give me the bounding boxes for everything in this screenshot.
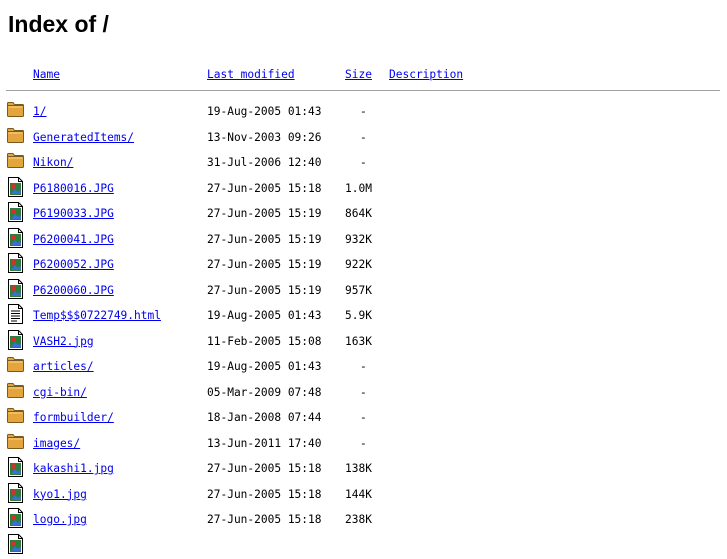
header-divider xyxy=(6,90,720,91)
file-name-link[interactable]: P6180016.JPG xyxy=(33,182,114,196)
file-name-link[interactable]: P6190033.JPG xyxy=(33,207,114,221)
last-modified-value: 13-Jun-2011 17:40 xyxy=(207,436,322,450)
image-file-icon[interactable] xyxy=(6,227,26,248)
table-row: logo.jpg 27-Jun-2005 15:18 238K xyxy=(0,508,727,533)
last-modified-value: 27-Jun-2005 15:18 xyxy=(207,513,322,526)
size-value: 238K xyxy=(345,513,372,526)
size-value: - xyxy=(360,156,367,169)
sort-by-size-link[interactable]: Size xyxy=(345,68,372,82)
last-modified-value: 19-Aug-2005 01:43 xyxy=(207,105,322,118)
file-name-link[interactable]: kakashi1.jpg xyxy=(33,462,114,476)
size-value: 922K xyxy=(345,258,372,271)
last-modified-value: 27-Jun-2005 15:19 xyxy=(207,207,322,220)
table-row: Nikon/31-Jul-2006 12:40 - xyxy=(0,151,727,176)
file-name-link[interactable]: articles/ xyxy=(33,360,94,374)
sort-by-name-link[interactable]: Name xyxy=(33,68,60,82)
last-modified-value: 31-Jul-2006 12:40 xyxy=(207,156,322,169)
last-modified-value: 27-Jun-2005 15:19 xyxy=(207,258,322,271)
file-name-link[interactable]: cgi-bin/ xyxy=(33,386,87,400)
size-value: - xyxy=(360,130,367,144)
table-row: images/13-Jun-2011 17:40 - xyxy=(0,432,727,457)
last-modified-value: 05-Mar-2009 07:48 xyxy=(207,385,322,399)
folder-icon[interactable] xyxy=(6,406,26,426)
file-name-link[interactable]: P6200052.JPG xyxy=(33,258,114,272)
file-name-link[interactable]: 1/ xyxy=(33,105,46,119)
last-modified-value: 27-Jun-2005 15:18 xyxy=(207,487,322,501)
file-name-link[interactable]: GeneratedItems/ xyxy=(33,131,134,145)
table-row: 1/19-Aug-2005 01:43 - xyxy=(0,100,727,125)
table-row: P6200052.JPG 27-Jun-2005 15:19 922K xyxy=(0,253,727,278)
size-value: 144K xyxy=(345,487,372,501)
last-modified-value: 27-Jun-2005 15:18 xyxy=(207,181,322,195)
folder-icon[interactable] xyxy=(6,100,26,120)
folder-icon[interactable] xyxy=(6,432,26,452)
table-row: kyo1.jpg 27-Jun-2005 15:18 144K xyxy=(0,482,727,508)
file-name-link[interactable]: P6200041.JPG xyxy=(33,233,114,247)
file-name-link[interactable]: Temp$$$0722749.html xyxy=(33,309,161,323)
page-title: Index of / xyxy=(8,11,109,37)
image-file-icon[interactable] xyxy=(6,253,26,273)
table-row: P6190033.JPG 27-Jun-2005 15:19 864K xyxy=(0,202,727,227)
image-file-icon[interactable] xyxy=(6,533,26,554)
image-file-icon[interactable] xyxy=(6,508,26,528)
last-modified-value: 27-Jun-2005 15:18 xyxy=(207,462,322,475)
table-row: kakashi1.jpg 27-Jun-2005 15:18 138K xyxy=(0,457,727,482)
table-row: GeneratedItems/13-Nov-2003 09:26 - xyxy=(0,126,727,151)
last-modified-value: 19-Aug-2005 01:43 xyxy=(207,360,322,373)
last-modified-value: 19-Aug-2005 01:43 xyxy=(207,309,322,322)
size-value: 5.9K xyxy=(345,309,372,322)
image-file-icon[interactable] xyxy=(6,278,26,299)
folder-icon[interactable] xyxy=(6,151,26,171)
size-value: 864K xyxy=(345,207,372,220)
size-value: - xyxy=(360,105,367,118)
last-modified-value: 27-Jun-2005 15:19 xyxy=(207,232,322,246)
file-name-link[interactable]: formbuilder/ xyxy=(33,411,114,425)
last-modified-value: 13-Nov-2003 09:26 xyxy=(207,130,322,144)
size-value: 932K xyxy=(345,232,372,246)
table-row xyxy=(0,533,727,559)
table-row: P6200060.JPG 27-Jun-2005 15:19 957K xyxy=(0,278,727,304)
size-value: - xyxy=(360,360,367,373)
table-row: articles/19-Aug-2005 01:43 - xyxy=(0,355,727,380)
image-file-icon[interactable] xyxy=(6,457,26,477)
size-value: 957K xyxy=(345,283,372,297)
table-row: P6180016.JPG 27-Jun-2005 15:18 1.0M xyxy=(0,176,727,202)
size-value: - xyxy=(360,411,367,424)
file-name-link[interactable]: P6200060.JPG xyxy=(33,284,114,298)
size-value: 163K xyxy=(345,334,372,348)
table-row: Temp$$$0722749.html 19-Aug-2005 01:43 5.9K xyxy=(0,304,727,329)
text-file-icon[interactable] xyxy=(6,304,26,324)
table-row: VASH2.jpg 11-Feb-2005 15:08 163K xyxy=(0,329,727,355)
file-name-link[interactable]: kyo1.jpg xyxy=(33,488,87,502)
image-file-icon[interactable] xyxy=(6,329,26,350)
image-file-icon[interactable] xyxy=(6,202,26,222)
file-name-link[interactable]: logo.jpg xyxy=(33,513,87,527)
folder-icon[interactable] xyxy=(6,381,26,401)
size-value: - xyxy=(360,385,367,399)
size-value: - xyxy=(360,436,367,450)
folder-icon[interactable] xyxy=(6,355,26,375)
table-row: formbuilder/18-Jan-2008 07:44 - xyxy=(0,406,727,431)
image-file-icon[interactable] xyxy=(6,176,26,197)
last-modified-value: 11-Feb-2005 15:08 xyxy=(207,334,322,348)
folder-icon[interactable] xyxy=(6,126,26,146)
sort-by-description-link[interactable]: Description xyxy=(389,68,463,82)
size-value: 138K xyxy=(345,462,372,475)
last-modified-value: 18-Jan-2008 07:44 xyxy=(207,411,322,424)
sort-by-last-modified-link[interactable]: Last modified xyxy=(207,68,295,82)
image-file-icon[interactable] xyxy=(6,482,26,503)
size-value: 1.0M xyxy=(345,181,372,195)
file-name-link[interactable]: images/ xyxy=(33,437,80,451)
file-name-link[interactable]: VASH2.jpg xyxy=(33,335,94,349)
table-row: cgi-bin/05-Mar-2009 07:48 - xyxy=(0,381,727,406)
last-modified-value: 27-Jun-2005 15:19 xyxy=(207,283,322,297)
table-row: P6200041.JPG 27-Jun-2005 15:19 932K xyxy=(0,227,727,253)
file-name-link[interactable]: Nikon/ xyxy=(33,156,73,170)
